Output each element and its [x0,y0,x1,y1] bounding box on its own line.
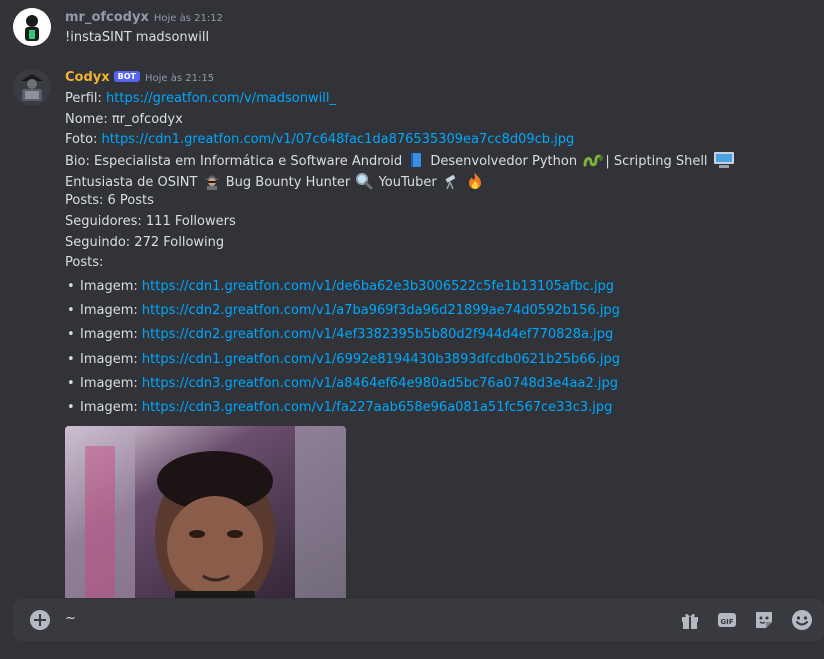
svg-text:GIF: GIF [720,618,733,626]
author-name[interactable]: Codyx [65,70,110,85]
bio-text: | Scripting Shell [605,154,708,169]
message-author[interactable]: mr_ofcodyx Hoje às 21:12 [65,10,223,25]
image-link[interactable]: https://cdn2.greatfon.com/v1/4ef3382395b… [142,327,613,342]
image-line: Imagem: https://cdn3.greatfon.com/v1/fa2… [80,400,612,415]
perfil-line: Perfil: https://greatfon.com/v/madsonwil… [65,91,336,106]
fire-icon [466,172,484,190]
following-count: Seguindo: 272 Following [65,235,225,250]
image-label: Imagem: [80,400,142,415]
author-name[interactable]: mr_ofcodyx [65,10,149,25]
image-label: Imagem: [80,376,142,391]
image-link[interactable]: https://cdn1.greatfon.com/v1/de6ba62e3b3… [142,279,614,294]
bullet: • [67,303,75,318]
bullet: • [67,400,75,415]
avatar[interactable] [13,68,51,106]
image-label: Imagem: [80,303,142,318]
detective-icon [203,172,221,190]
bullet: • [67,376,75,391]
image-label: Imagem: [80,352,142,367]
chat-area: mr_ofcodyx Hoje às 21:12 !instaSINT madso… [0,0,824,598]
image-label: Imagem: [80,279,142,294]
bullet: • [67,352,75,367]
bio-text: YouTuber [378,175,437,190]
bio-text: Entusiasta de OSINT [65,175,198,190]
bio-text: Desenvolvedor Python [430,154,578,169]
bio-text: Bug Bounty Hunter [225,175,351,190]
foto-link[interactable]: https://cdn1.greatfon.com/v1/07c648fac1d… [102,132,575,147]
message-timestamp: Hoje às 21:15 [145,73,215,84]
bot-badge: BOT [113,71,140,82]
image-label: Imagem: [80,327,142,342]
blue-book-icon [407,151,425,169]
bio-text: Bio: Especialista em Informática e Softw… [65,154,403,169]
nome-line: Nome: πr_ofcodyx [65,112,183,127]
gift-icon[interactable] [679,609,701,631]
followers-count: Seguidores: 111 Followers [65,214,236,229]
foto-line: Foto: https://cdn1.greatfon.com/v1/07c64… [65,132,574,147]
bullet: • [67,327,75,342]
perfil-link[interactable]: https://greatfon.com/v/madsonwill_ [106,91,336,106]
image-link[interactable]: https://cdn1.greatfon.com/v1/6992e819443… [142,352,620,367]
message-input[interactable]: ~ [65,611,76,626]
gif-icon[interactable]: GIF [716,609,738,631]
message-author[interactable]: Codyx BOT Hoje às 21:15 [65,70,214,85]
profile-photo[interactable] [65,426,346,598]
message-content: !instaSINT madsonwill [65,30,210,45]
posts-count: Posts: 6 Posts [65,193,154,208]
sticker-icon[interactable] [753,609,775,631]
image-line: Imagem: https://cdn3.greatfon.com/v1/a84… [80,376,618,391]
message-composer: ~ GIF [13,599,824,641]
image-line: Imagem: https://cdn1.greatfon.com/v1/de6… [80,279,614,294]
image-line: Imagem: https://cdn1.greatfon.com/v1/699… [80,352,620,367]
emoji-icon[interactable] [791,609,813,631]
add-attachment-icon[interactable] [29,609,51,631]
image-line: Imagem: https://cdn2.greatfon.com/v1/4ef… [80,327,613,342]
image-line: Imagem: https://cdn2.greatfon.com/v1/a7b… [80,303,620,318]
bio-line-1: Bio: Especialista em Informática e Softw… [65,151,736,169]
message-timestamp: Hoje às 21:12 [153,13,223,24]
foto-label: Foto: [65,132,102,147]
bio-line-2: Entusiasta de OSINT Bug Bounty Hunter Yo… [65,172,485,190]
computer-icon [713,151,735,169]
posts-label: Posts: [65,255,104,270]
perfil-label: Perfil: [65,91,107,106]
image-link[interactable]: https://cdn3.greatfon.com/v1/fa227aab658… [142,400,612,415]
image-link[interactable]: https://cdn3.greatfon.com/v1/a8464ef64e9… [142,376,618,391]
magnifier-icon [355,172,373,190]
bullet: • [67,279,75,294]
snake-icon [582,151,604,169]
telescope-icon [442,172,460,190]
avatar[interactable] [13,8,51,46]
image-link[interactable]: https://cdn2.greatfon.com/v1/a7ba969f3da… [142,303,620,318]
